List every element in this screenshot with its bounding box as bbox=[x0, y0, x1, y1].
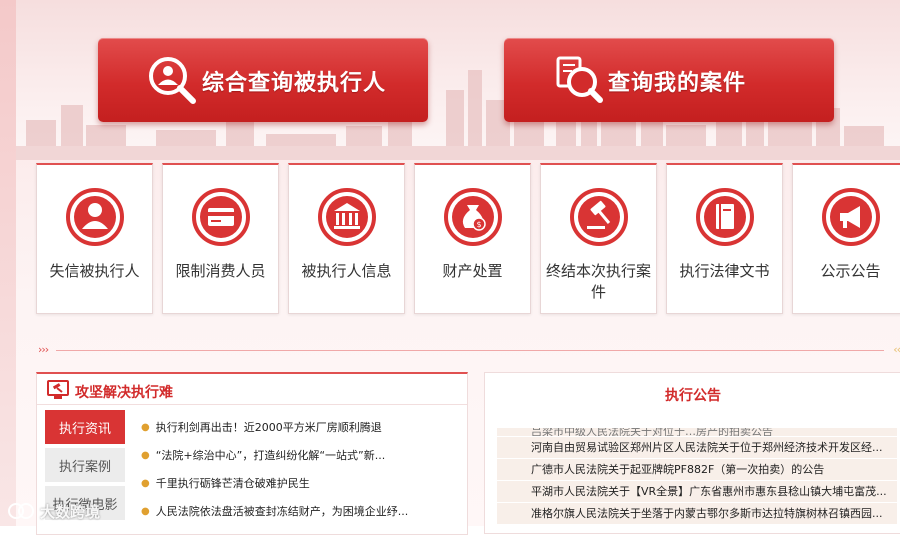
svg-text:$: $ bbox=[476, 220, 481, 229]
category-label: 限制消费人员 bbox=[175, 262, 266, 280]
category-legal-documents[interactable]: 执行法律文书 bbox=[666, 163, 783, 314]
person-icon bbox=[66, 188, 124, 246]
notice-item[interactable]: 吕梁市中级人民法院关于对位于…房产的拍卖公告 bbox=[497, 428, 897, 436]
category-label: 执行法律文书 bbox=[679, 262, 770, 280]
divider-arrows-right: ‹‹ bbox=[893, 343, 900, 356]
category-label: 财产处置 bbox=[442, 262, 503, 280]
search-person-button[interactable]: 综合查询被执行人 bbox=[98, 38, 428, 122]
notice-panel-title: 执行公告 bbox=[665, 388, 721, 404]
section-divider: ››› ‹‹ bbox=[36, 343, 900, 357]
search-document-icon bbox=[556, 56, 603, 103]
category-consumption-restricted[interactable]: 限制消费人员 bbox=[162, 163, 279, 314]
news-item[interactable]: ● 人民法院依法盘活被查封冻结财产，为困境企业纾... bbox=[141, 504, 461, 532]
news-item[interactable]: ● “法院+综治中心”，打造纠纷化解“一站式”新... bbox=[141, 448, 461, 476]
notice-item[interactable]: 平湖市人民法院关于【VR全景】广东省惠州市惠东县稔山镇大埔屯富茂... bbox=[497, 481, 897, 502]
notice-item[interactable]: 准格尔旗人民法院关于坐落于内蒙古鄂尔多斯市达拉特旗树林召镇西园... bbox=[497, 503, 897, 524]
news-panel-title: 攻坚解决执行难 bbox=[75, 385, 173, 401]
execution-news-panel: 攻坚解决执行难 执行资讯 执行案例 执行微电影 ● 执行利剑再出击！近2000平方… bbox=[36, 372, 468, 535]
monitor-gavel-icon bbox=[47, 380, 69, 399]
category-row: 失信被执行人 限制消费人员 被执行人信息 $ 财产处置 终结本次执行案件 执行法… bbox=[36, 163, 900, 314]
category-executed-info[interactable]: 被执行人信息 bbox=[288, 163, 405, 314]
watermark: 大数跨境 bbox=[6, 500, 100, 522]
search-case-button[interactable]: 查询我的案件 bbox=[504, 38, 834, 122]
tab-execution-cases[interactable]: 执行案例 bbox=[45, 448, 125, 482]
megaphone-icon bbox=[822, 188, 880, 246]
category-terminated-cases[interactable]: 终结本次执行案件 bbox=[540, 163, 657, 314]
news-item[interactable]: ● 千里执行砺锋芒清仓破难护民生 bbox=[141, 476, 461, 504]
category-label: 被执行人信息 bbox=[301, 262, 392, 280]
search-case-label: 查询我的案件 bbox=[608, 71, 747, 96]
category-label: 终结本次执行案件 bbox=[545, 262, 651, 301]
notice-item[interactable]: 河南自由贸易试验区郑州片区人民法院关于位于郑州经济技术开发区经... bbox=[497, 437, 897, 458]
notice-item[interactable]: 广德市人民法院关于起亚牌皖PF882F（第一次拍卖）的公告 bbox=[497, 459, 897, 480]
divider-arrows-left: ››› bbox=[38, 343, 49, 356]
category-public-notice[interactable]: 公示公告 bbox=[792, 163, 900, 314]
search-person-icon bbox=[149, 57, 196, 104]
law-book-icon bbox=[696, 188, 754, 246]
gavel-icon bbox=[570, 188, 628, 246]
category-label: 失信被执行人 bbox=[49, 262, 140, 280]
category-dishonest-executed[interactable]: 失信被执行人 bbox=[36, 163, 153, 314]
news-item[interactable]: ● 执行利剑再出击！近2000平方米厂房顺利腾退 bbox=[141, 420, 461, 448]
news-list: ● 执行利剑再出击！近2000平方米厂房顺利腾退 ● “法院+综治中心”，打造纠纷化… bbox=[141, 420, 461, 532]
execution-notice-panel: 执行公告 吕梁市中级人民法院关于对位于…房产的拍卖公告 河南自由贸易试验区郑州片… bbox=[484, 372, 900, 534]
court-building-icon bbox=[318, 188, 376, 246]
notice-list: 吕梁市中级人民法院关于对位于…房产的拍卖公告 河南自由贸易试验区郑州片区人民法院… bbox=[497, 428, 897, 533]
watermark-logo-icon bbox=[8, 503, 34, 519]
card-icon bbox=[192, 188, 250, 246]
left-edge-strip bbox=[0, 0, 16, 526]
tab-execution-news[interactable]: 执行资讯 bbox=[45, 410, 125, 444]
category-property-disposal[interactable]: $ 财产处置 bbox=[414, 163, 531, 314]
watermark-text: 大数跨境 bbox=[40, 502, 101, 521]
money-bag-icon: $ bbox=[444, 188, 502, 246]
category-label: 公示公告 bbox=[820, 262, 881, 280]
search-person-label: 综合查询被执行人 bbox=[202, 71, 387, 96]
